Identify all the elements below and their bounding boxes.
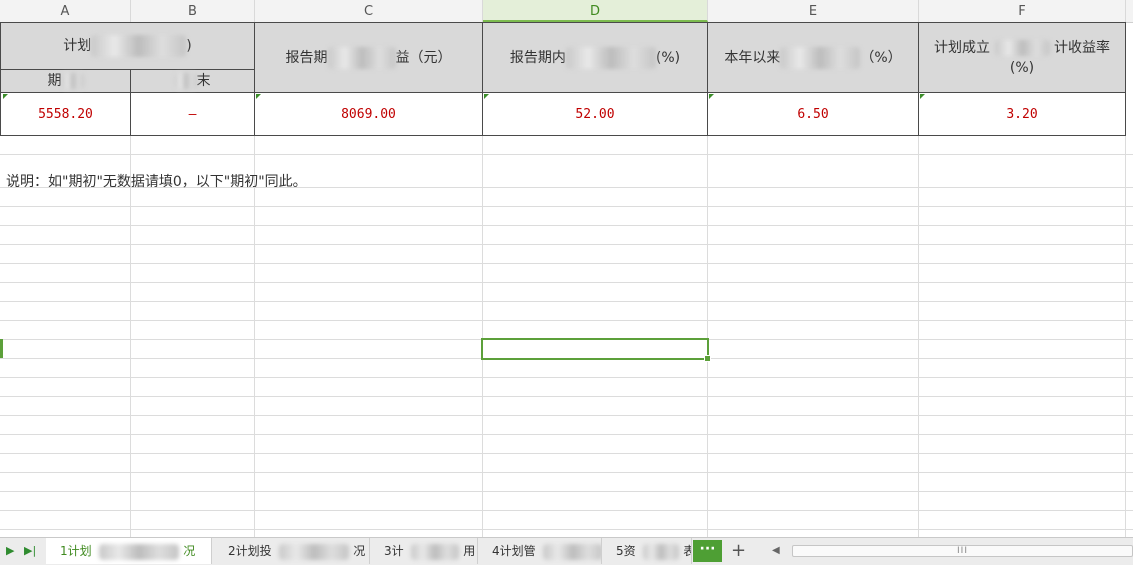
sheet-tab-2-label-right: 况 [353,544,366,558]
column-header-bar: A B C D E F [0,0,1133,23]
header-col-f-line2: (%) [1009,59,1035,76]
cell-indicator-icon [920,94,925,99]
sheet-tab-4-label-left: 4计划管 [492,544,536,558]
spreadsheet-grid[interactable]: 计划 ) 期 末 报告期 益（元） 报告期内 (%) 本年以来 （%） 计划成立… [0,22,1133,537]
grid-line [0,529,1133,530]
selected-cell[interactable] [481,338,711,362]
redacted-text [279,543,350,560]
redacted-text [327,46,396,69]
column-header-e[interactable]: E [708,0,919,22]
data-cell-a[interactable]: 5558.20 [0,93,131,136]
sheet-tab-1-label-left: 1计划 [60,544,92,558]
redacted-text [61,73,84,89]
redacted-text [411,543,460,560]
header-group-title-right: ) [186,38,192,54]
header-col-e-right: （%） [860,49,902,66]
cell-indicator-icon [3,94,8,99]
sheet-tab-1-label-right: 况 [183,544,196,558]
sheet-tab-5-label-right: 表 [683,544,691,558]
note-text: 说明：如"期初"无数据请填0，以下"期初"同此。 [6,174,307,190]
data-cell-d[interactable]: 52.00 [483,93,708,136]
column-header-b[interactable]: B [131,0,255,22]
sheet-tab-bar: ▶ ▶| 1计划 况 2计划投 况 3计 用 4计划管 5资 表 ··· + ◀… [0,537,1133,565]
grid-line [0,154,1133,155]
header-sub-a[interactable]: 期 [0,70,131,93]
sheet-tab-5[interactable]: 5资 表 [602,538,692,564]
header-col-c-left: 报告期 [285,49,328,66]
redacted-text [994,39,1050,56]
sheet-tab-4[interactable]: 4计划管 [478,538,602,564]
data-cell-c[interactable]: 8069.00 [255,93,483,136]
header-col-f-line1-left: 计划成立 [934,39,991,56]
grid-line [0,377,1133,378]
header-col-c-right: 益（元） [395,49,452,66]
header-col-f-line1-right: 计收益率 [1053,39,1110,56]
grid-line [0,244,1133,245]
horizontal-scrollbar[interactable]: ◀ III [772,542,1133,560]
header-col-e[interactable]: 本年以来 （%） [708,22,919,93]
grid-line [0,491,1133,492]
cell-indicator-icon [709,94,714,99]
redacted-text [643,543,680,560]
redacted-text [174,73,197,89]
header-sub-b[interactable]: 末 [131,70,255,93]
add-sheet-button[interactable]: + [731,540,746,562]
more-tabs-button[interactable]: ··· [693,540,722,562]
header-col-d[interactable]: 报告期内 (%) [483,22,708,93]
header-col-d-right: (%) [655,49,681,66]
sheet-tab-5-label-left: 5资 [616,544,636,558]
scrollbar-thumb[interactable]: III [792,545,1133,557]
sheet-tab-3[interactable]: 3计 用 [370,538,478,564]
header-group-title[interactable]: 计划 ) [0,22,255,70]
tab-scroll-right-icon[interactable]: ▶ [6,544,14,557]
grid-line [0,472,1133,473]
column-header-f[interactable]: F [919,0,1126,22]
sheet-tab-3-label-right: 用 [463,544,476,558]
grid-line [0,225,1133,226]
grid-line [0,206,1133,207]
header-sub-b-label: 末 [196,73,211,89]
header-col-d-left: 报告期内 [509,49,566,66]
data-cell-b[interactable]: — [131,93,255,136]
header-group-title-left: 计划 [63,38,92,54]
grid-line [0,434,1133,435]
redacted-text [565,46,656,69]
fill-handle[interactable] [704,355,711,362]
sheet-tab-2[interactable]: 2计划投 况 [214,538,370,564]
tab-scroll-last-icon[interactable]: ▶| [24,544,36,557]
redacted-text [543,543,601,560]
header-col-c[interactable]: 报告期 益（元） [255,22,483,93]
cell-indicator-icon [256,94,261,99]
active-row-marker [0,339,3,358]
sheet-tab-2-label-left: 2计划投 [228,544,272,558]
header-sub-a-label: 期 [47,73,62,89]
sheet-tab-3-label-left: 3计 [384,544,404,558]
data-cell-f[interactable]: 3.20 [919,93,1126,136]
grid-line [0,510,1133,511]
scroll-left-icon[interactable]: ◀ [772,542,780,560]
cell-indicator-icon [484,94,489,99]
sheet-tab-1[interactable]: 1计划 况 [46,538,212,564]
grid-line [0,396,1133,397]
header-col-e-left: 本年以来 [724,49,781,66]
redacted-text [99,543,180,560]
redacted-text [91,35,187,57]
grid-line [0,453,1133,454]
grid-line [0,263,1133,264]
column-header-d[interactable]: D [483,0,708,22]
redacted-text [780,46,861,69]
header-col-f[interactable]: 计划成立 计收益率 (%) [919,22,1126,93]
data-cell-e[interactable]: 6.50 [708,93,919,136]
grid-line [0,301,1133,302]
grid-line [0,415,1133,416]
header-col-f-line1: 计划成立 计收益率 [934,38,1110,58]
grid-line [0,282,1133,283]
column-header-c[interactable]: C [255,0,483,22]
grid-line [0,320,1133,321]
column-header-a[interactable]: A [0,0,131,22]
